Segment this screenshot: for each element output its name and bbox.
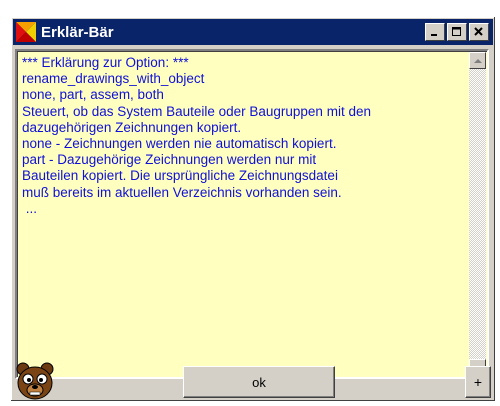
scroll-up-button[interactable] xyxy=(469,52,486,69)
help-text-line: Bauteilen kopiert. Die ursprüngliche Zei… xyxy=(22,168,338,184)
help-text-line: rename_drawings_with_object xyxy=(22,71,205,87)
help-text-line: dazugehörigen Zeichnungen kopiert. xyxy=(22,119,242,135)
minimize-icon xyxy=(431,34,437,36)
expand-button[interactable]: + xyxy=(465,366,491,398)
help-text-line: muß bereits im aktuellen Verzeichnis vor… xyxy=(22,184,342,200)
title-bar[interactable]: Erklär-Bär xyxy=(13,19,493,45)
close-button[interactable] xyxy=(469,23,489,41)
arrow-up-icon xyxy=(473,58,482,63)
help-text-line: *** Erklärung zur Option: *** xyxy=(22,55,189,70)
maximize-button[interactable] xyxy=(447,23,467,41)
help-dialog-window: Erklär-Bär *** Erklärung zur Option: ***… xyxy=(10,16,496,402)
vertical-scrollbar[interactable] xyxy=(469,52,486,376)
close-icon xyxy=(474,27,483,36)
app-logo-icon xyxy=(16,22,36,42)
bear-mascot-icon xyxy=(15,361,55,401)
help-text-line: none, part, assem, both xyxy=(22,87,164,103)
help-text-line: part - Dazugehörige Zeichnungen werden n… xyxy=(22,152,317,168)
ok-button[interactable]: ok xyxy=(183,366,335,398)
minimize-button[interactable] xyxy=(425,23,445,41)
help-text-line: none - Zeichnungen werden nie automatisc… xyxy=(22,136,337,152)
help-text-line: ... xyxy=(22,200,38,216)
help-text-content[interactable]: *** Erklärung zur Option: *** rename_draw… xyxy=(19,53,468,375)
help-text-area[interactable]: *** Erklärung zur Option: *** rename_draw… xyxy=(15,49,489,379)
help-text-line: Steuert, ob das System Bauteile oder Bau… xyxy=(22,103,371,119)
window-title: Erklär-Bär xyxy=(41,23,114,41)
maximize-icon xyxy=(452,27,461,36)
